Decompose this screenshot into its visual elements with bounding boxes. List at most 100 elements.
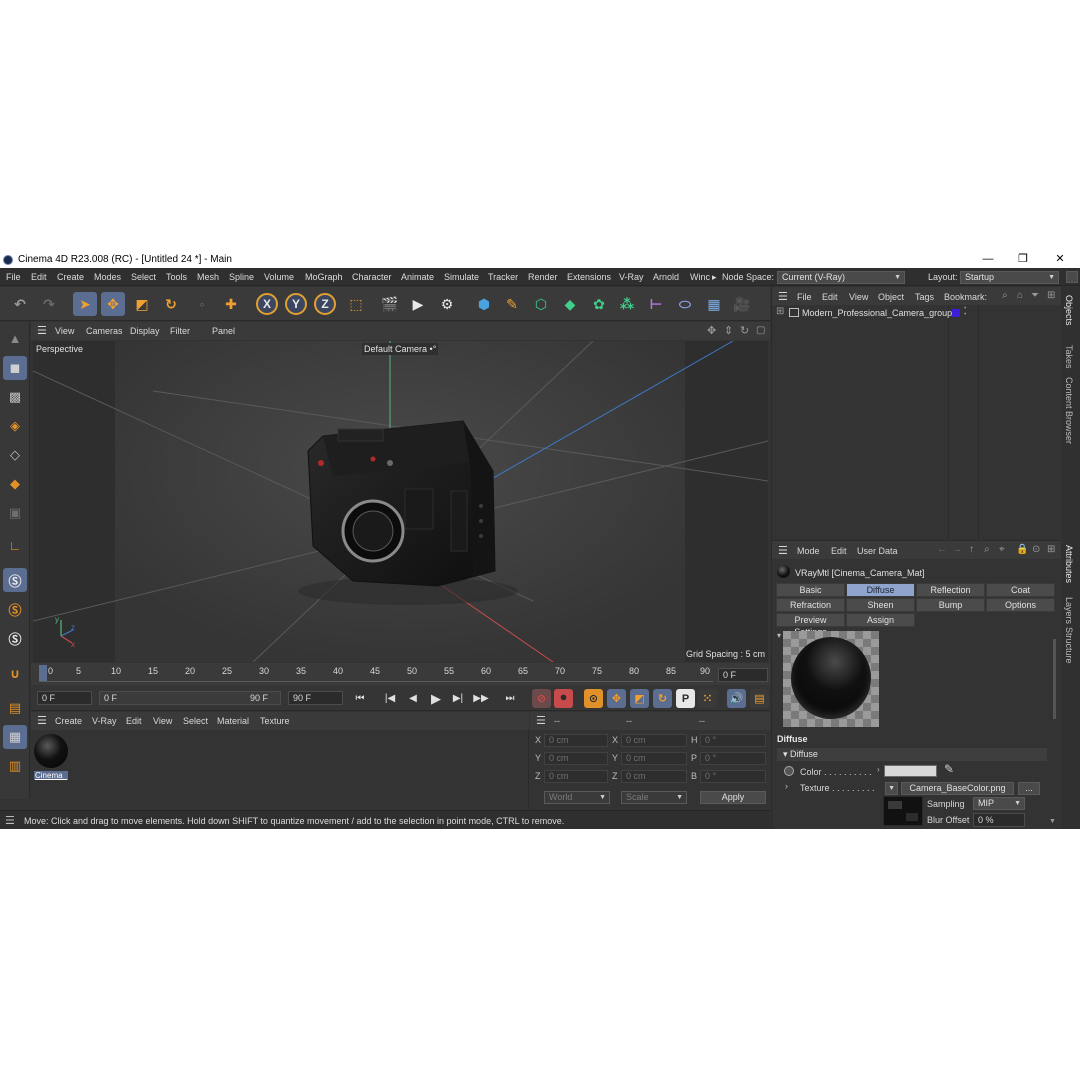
- current-frame-field[interactable]: 0 F: [718, 668, 768, 682]
- material-menu-view[interactable]: View: [153, 716, 172, 726]
- preview-scrollbar[interactable]: [1053, 639, 1056, 719]
- tab-refraction[interactable]: Refraction: [776, 598, 845, 612]
- select-tool-icon[interactable]: ➤: [73, 292, 97, 316]
- tab-attributes[interactable]: Attributes: [1064, 545, 1074, 583]
- bookmark-icon[interactable]: ⌖: [999, 544, 1005, 555]
- menu-arnold[interactable]: Arnold: [653, 272, 679, 282]
- texture-file-button[interactable]: Camera_BaseColor.png: [901, 782, 1014, 795]
- node-space-dropdown[interactable]: Current (V-Ray) ▼: [777, 271, 905, 284]
- visibility-dots-icon[interactable]: • •: [964, 305, 966, 318]
- menu-create[interactable]: Create: [57, 272, 84, 282]
- key-rotation-icon[interactable]: ↻: [653, 689, 672, 708]
- viewport-menu-filter[interactable]: Panel: [212, 326, 235, 336]
- material-menu-texture[interactable]: Texture: [260, 716, 290, 726]
- timeline-window-icon[interactable]: ▤: [750, 689, 769, 708]
- object-menu-file[interactable]: File: [797, 292, 812, 302]
- make-editable-icon[interactable]: ▲: [3, 326, 27, 350]
- object-menu-edit[interactable]: Edit: [822, 292, 838, 302]
- z-axis-lock-button[interactable]: Z: [314, 293, 336, 315]
- field-icon[interactable]: ⬭: [673, 292, 697, 316]
- sampling-dropdown[interactable]: MIP ▼: [973, 797, 1025, 810]
- frame-range-slider[interactable]: 0 F 90 F: [99, 691, 281, 705]
- material-menu-select[interactable]: Select: [183, 716, 208, 726]
- pan-view-icon[interactable]: ✥: [707, 324, 716, 337]
- magnet-icon[interactable]: ∪: [3, 662, 27, 686]
- viewport-menu-cameras[interactable]: Cameras: [86, 326, 123, 336]
- x-axis-lock-button[interactable]: X: [256, 293, 278, 315]
- viewport-menu-display[interactable]: Display: [130, 326, 160, 336]
- object-menu-bookmarks[interactable]: Bookmark:: [944, 292, 987, 302]
- rot-h-field[interactable]: 0 °: [700, 734, 766, 747]
- axis-mode-icon[interactable]: ∟: [3, 533, 27, 557]
- apply-button[interactable]: Apply: [700, 791, 766, 804]
- texture-dropdown-button[interactable]: ▼: [885, 782, 898, 795]
- autokey-icon[interactable]: ⏺: [554, 689, 573, 708]
- new-view-icon[interactable]: ⊞: [1047, 544, 1055, 555]
- menu-tools[interactable]: Tools: [166, 272, 187, 282]
- tab-basic[interactable]: Basic: [776, 583, 845, 597]
- scale-tool-icon[interactable]: ◩: [130, 292, 154, 316]
- menu-animate[interactable]: Animate: [401, 272, 434, 282]
- tab-bump[interactable]: Bump: [916, 598, 985, 612]
- tab-preview-settings[interactable]: Preview Settings: [776, 613, 845, 637]
- points-mode-icon[interactable]: ◈: [3, 414, 27, 438]
- undo-icon[interactable]: ↶: [8, 292, 32, 316]
- attribute-menu-edit[interactable]: Edit: [831, 546, 847, 556]
- menu-select[interactable]: Select: [131, 272, 156, 282]
- deformer-icon[interactable]: ⊢: [644, 292, 668, 316]
- pos-x-field[interactable]: 0 cm: [544, 734, 608, 747]
- search-icon[interactable]: ⌕: [984, 544, 990, 555]
- key-scale-icon[interactable]: ◩: [630, 689, 649, 708]
- layer-color-swatch[interactable]: [952, 309, 960, 317]
- menu-modes[interactable]: Modes: [94, 272, 121, 282]
- previous-key-icon[interactable]: |◀: [381, 690, 399, 707]
- go-to-end-icon[interactable]: ⏭: [501, 690, 519, 707]
- new-view-icon[interactable]: ⊞: [1047, 290, 1055, 301]
- locked-workplane-icon[interactable]: ▥: [3, 754, 27, 778]
- model-mode-icon[interactable]: ◼: [3, 356, 27, 380]
- mograph-icon[interactable]: ⁂: [615, 292, 639, 316]
- texture-mode-icon[interactable]: ▩: [3, 385, 27, 409]
- rot-p-field[interactable]: 0 °: [700, 752, 766, 765]
- menu-mograph[interactable]: MoGraph: [305, 272, 343, 282]
- record-keys-icon[interactable]: ⊘: [532, 689, 551, 708]
- menu-extensions[interactable]: Extensions: [567, 272, 611, 282]
- color-animate-radio[interactable]: [784, 766, 794, 776]
- quantize-icon[interactable]: Ⓢ: [3, 626, 27, 650]
- lock-icon[interactable]: 🔒: [1016, 544, 1028, 555]
- forward-arrow-icon[interactable]: →: [952, 544, 962, 555]
- coordinate-space-dropdown[interactable]: World ▼: [544, 791, 610, 804]
- workplane-icon[interactable]: ▤: [3, 696, 27, 720]
- go-to-start-icon[interactable]: ⏮: [351, 690, 369, 707]
- end-frame-field[interactable]: 90 F: [288, 691, 343, 705]
- snap-settings-icon[interactable]: Ⓢ: [3, 597, 27, 621]
- status-menu-icon[interactable]: ☰: [5, 814, 15, 827]
- attribute-menu-user-data[interactable]: User Data: [857, 546, 898, 556]
- material-menu-material[interactable]: Material: [217, 716, 249, 726]
- tab-reflection[interactable]: Reflection: [916, 583, 985, 597]
- previous-frame-icon[interactable]: ◀: [404, 690, 422, 707]
- material-menu-icon[interactable]: ☰: [37, 714, 47, 727]
- camera-object-icon[interactable]: 🎥: [730, 292, 754, 316]
- material-menu-edit[interactable]: Edit: [126, 716, 142, 726]
- color-expand-icon[interactable]: ›: [877, 765, 880, 774]
- next-key-icon[interactable]: ▶▶: [472, 690, 490, 707]
- rot-b-field[interactable]: 0 °: [700, 770, 766, 783]
- playhead[interactable]: [39, 665, 47, 681]
- material-menu-vray[interactable]: V-Ray: [92, 716, 117, 726]
- tab-diffuse[interactable]: Diffuse: [846, 583, 915, 597]
- filter-icon[interactable]: ⏷: [1031, 290, 1039, 301]
- pos-z-field[interactable]: 0 cm: [544, 770, 608, 783]
- floor-environment-icon[interactable]: ▦: [702, 292, 726, 316]
- home-icon[interactable]: ⌂: [1017, 290, 1023, 301]
- size-z-field[interactable]: 0 cm: [621, 770, 687, 783]
- tab-sheen[interactable]: Sheen: [846, 598, 915, 612]
- cloner-icon[interactable]: ✿: [587, 292, 611, 316]
- texture-browse-button[interactable]: ...: [1018, 782, 1040, 795]
- search-icon[interactable]: ⌕: [1002, 290, 1008, 301]
- tab-content-browser[interactable]: Content Browser: [1064, 377, 1074, 444]
- render-view-icon[interactable]: 🎬: [378, 292, 402, 316]
- recent-tool-icon[interactable]: ◦: [190, 292, 214, 316]
- render-settings-icon[interactable]: ⚙: [435, 292, 459, 316]
- viewport-menu-icon[interactable]: ☰: [37, 324, 47, 337]
